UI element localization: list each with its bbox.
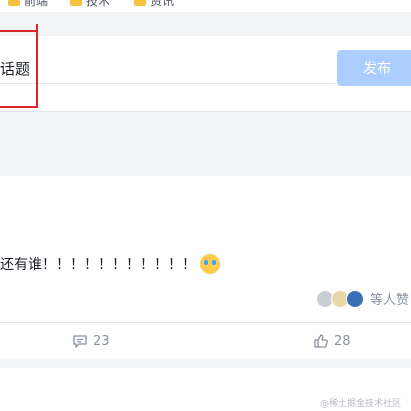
folder-icon bbox=[70, 0, 82, 6]
publish-button[interactable]: 发布 bbox=[337, 50, 411, 86]
post-text: 还有谁！！！！！！！！！！！ bbox=[0, 257, 196, 273]
bookmark-item[interactable]: 前端 bbox=[8, 0, 48, 9]
like-button[interactable]: 28 bbox=[313, 333, 351, 349]
folder-icon bbox=[8, 0, 20, 6]
composer-divider bbox=[0, 83, 335, 84]
avatar bbox=[346, 289, 364, 308]
comment-button[interactable]: 23 bbox=[72, 333, 110, 349]
watermark: @稀土掘金技术社区 bbox=[319, 399, 401, 409]
bookmark-item[interactable]: 技术 bbox=[70, 0, 110, 9]
folder-icon bbox=[134, 0, 146, 6]
bookmarks-bar: 前端 技术 资讯 bbox=[0, 0, 411, 12]
bookmark-label: 技术 bbox=[86, 0, 111, 8]
topic-button[interactable]: 话题 bbox=[0, 58, 30, 79]
bookmark-item[interactable]: 资讯 bbox=[134, 0, 174, 9]
crying-face-icon bbox=[200, 254, 220, 274]
comment-icon bbox=[73, 335, 87, 348]
bookmark-label: 前端 bbox=[24, 0, 49, 8]
like-count: 28 bbox=[334, 333, 351, 349]
likers-label: 等人赞 bbox=[370, 293, 410, 308]
comment-count: 23 bbox=[93, 333, 110, 349]
action-divider bbox=[0, 322, 411, 323]
bookmark-label: 资讯 bbox=[150, 0, 175, 8]
post-content: 还有谁！！！！！！！！！！！ bbox=[0, 254, 220, 274]
thumbs-up-icon bbox=[314, 334, 328, 348]
likers-summary[interactable]: 等人赞 bbox=[316, 289, 409, 308]
